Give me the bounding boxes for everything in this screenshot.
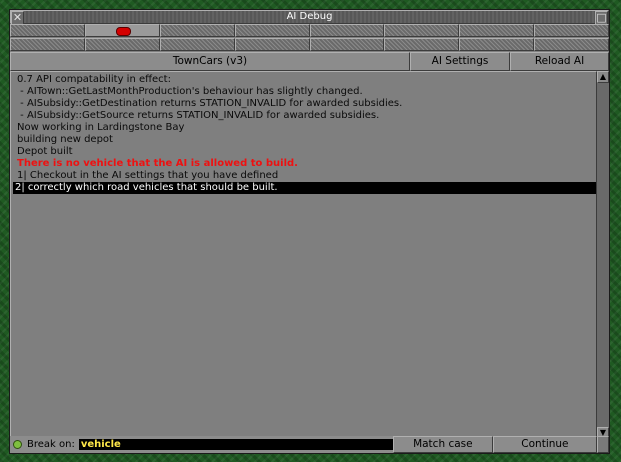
log-line: 1| Checkout in the AI settings that you …: [17, 170, 279, 181]
company-tab[interactable]: [159, 24, 235, 37]
ai-name-label: TownCars (v3): [10, 52, 410, 71]
company-tabs-row-1: [10, 24, 609, 37]
company-tab[interactable]: [384, 24, 460, 37]
sticky-icon[interactable]: □: [595, 11, 608, 25]
arrow-up-icon[interactable]: ▲: [597, 71, 609, 83]
company-tab[interactable]: [534, 38, 609, 51]
close-icon[interactable]: ✕: [11, 11, 24, 25]
resize-handle[interactable]: [597, 436, 609, 453]
log-line-selected: 2| correctly which road vehicles that sh…: [13, 182, 596, 194]
continue-button[interactable]: Continue: [492, 436, 597, 453]
company-tab[interactable]: [534, 24, 609, 37]
log-line: building new depot: [17, 134, 113, 145]
company-tab[interactable]: [159, 38, 235, 51]
scrollbar-track[interactable]: [597, 83, 609, 427]
reload-ai-button[interactable]: Reload AI: [510, 52, 609, 71]
log-line: - AISubsidy::GetDestination returns STAT…: [17, 98, 403, 109]
log-line-error: There is no vehicle that the AI is allow…: [17, 158, 298, 169]
company-tab[interactable]: [10, 24, 85, 37]
company-tab[interactable]: [459, 38, 535, 51]
company-tab[interactable]: [384, 38, 460, 51]
status-dot-icon: [13, 440, 22, 449]
company-tab[interactable]: [309, 24, 385, 37]
company-tab[interactable]: [309, 38, 385, 51]
window-title: AI Debug: [24, 11, 595, 23]
log-panel[interactable]: 0.7 API compatability in effect: - AITow…: [10, 71, 597, 439]
company-tab[interactable]: [459, 24, 535, 37]
company-tab[interactable]: [84, 38, 160, 51]
company-tabs-row-2: [10, 38, 609, 51]
log-line: Now working in Lardingstone Bay: [17, 122, 185, 133]
ai-settings-button[interactable]: AI Settings: [410, 52, 510, 71]
ai-debug-window: ✕ AI Debug □ TownCars (v3) AI Settings R…: [9, 9, 610, 454]
log-scrollbar[interactable]: ▲ ▼: [597, 71, 609, 439]
active-company-indicator: [115, 27, 131, 36]
match-case-button[interactable]: Match case: [392, 436, 493, 453]
company-tab[interactable]: [234, 38, 310, 51]
log-line: - AISubsidy::GetSource returns STATION_I…: [17, 110, 380, 121]
log-line: 0.7 API compatability in effect:: [17, 74, 171, 85]
log-line: Depot built: [17, 146, 73, 157]
log-line: - AITown::GetLastMonthProduction's behav…: [17, 86, 363, 97]
company-tab-active[interactable]: [84, 24, 160, 37]
company-tab[interactable]: [234, 24, 310, 37]
title-bar[interactable]: ✕ AI Debug □: [10, 10, 609, 25]
company-tab[interactable]: [10, 38, 85, 51]
break-on-label: Break on:: [27, 439, 75, 450]
ai-header-row: TownCars (v3) AI Settings Reload AI: [10, 52, 609, 71]
footer-bar: Break on: vehicle Match case Continue: [10, 436, 609, 453]
break-on-input[interactable]: vehicle: [78, 439, 393, 450]
